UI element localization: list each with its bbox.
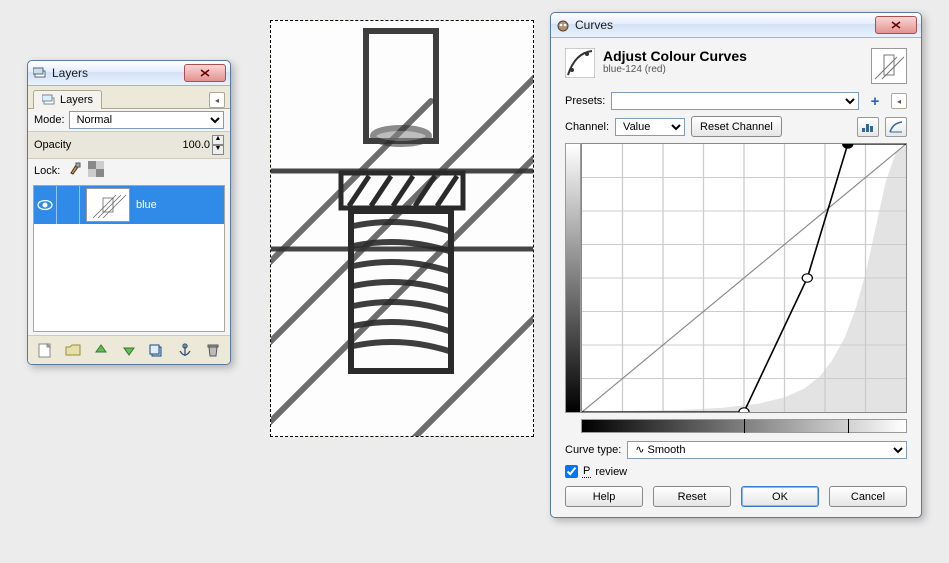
raise-layer-icon[interactable] — [92, 341, 110, 359]
tab-layers[interactable]: Layers — [33, 90, 102, 109]
curve-type-select[interactable]: ∿ Smooth — [627, 441, 907, 459]
layer-item[interactable]: blue — [34, 186, 224, 224]
lock-paint-icon[interactable] — [68, 161, 84, 180]
preview-label-rest: review — [595, 466, 627, 478]
add-preset-button[interactable]: + — [865, 92, 885, 110]
lock-label: Lock: — [34, 165, 60, 177]
layers-toolbar — [28, 335, 230, 364]
link-cell[interactable] — [57, 186, 80, 224]
dialog-buttons: Help Reset OK Cancel — [565, 486, 907, 507]
curves-titlebar[interactable]: Curves — [551, 13, 921, 38]
canvas-content — [271, 21, 533, 436]
presets-select[interactable] — [611, 92, 859, 110]
curves-heading: Adjust Colour Curves — [603, 48, 747, 64]
mode-select[interactable]: Normal — [69, 111, 224, 129]
histogram-log-icon[interactable] — [885, 117, 907, 137]
opacity-up[interactable]: ▲ — [212, 135, 224, 145]
lower-layer-icon[interactable] — [120, 341, 138, 359]
layers-titlebar[interactable]: Layers — [28, 61, 230, 86]
channel-select[interactable]: Value — [615, 118, 685, 136]
folder-icon[interactable] — [64, 341, 82, 359]
gimp-icon — [555, 17, 571, 33]
histogram-linear-icon[interactable] — [857, 117, 879, 137]
preview-checkbox[interactable] — [565, 465, 578, 478]
preview-row: Preview — [565, 465, 907, 478]
mode-row: Mode: Normal — [28, 109, 230, 131]
opacity-label: Opacity — [34, 139, 71, 151]
mode-label: Mode: — [34, 114, 65, 126]
output-gradient — [565, 143, 581, 413]
image-canvas[interactable] — [270, 20, 534, 437]
lock-alpha-icon[interactable] — [88, 161, 104, 180]
curves-header: Adjust Colour Curves blue-124 (red) — [565, 48, 907, 84]
channel-row: Channel: Value Reset Channel — [565, 116, 907, 137]
curve-editor — [565, 143, 907, 413]
curve-type-label: Curve type: — [565, 444, 621, 456]
reset-button[interactable]: Reset — [653, 486, 731, 507]
delete-layer-icon[interactable] — [204, 341, 222, 359]
opacity-value: 100.0 — [71, 139, 212, 151]
layers-tabbar: Layers ◂ — [28, 86, 230, 109]
tab-menu-button[interactable]: ◂ — [209, 92, 225, 108]
curve-graph[interactable] — [581, 143, 907, 413]
cancel-button[interactable]: Cancel — [829, 486, 907, 507]
layer-list: blue — [33, 185, 225, 332]
layer-thumbnail — [86, 188, 130, 222]
input-gradient[interactable] — [581, 419, 907, 433]
layer-name: blue — [136, 199, 157, 211]
reset-channel-button[interactable]: Reset Channel — [691, 116, 782, 137]
presets-menu-button[interactable]: ◂ — [891, 93, 907, 109]
presets-row: Presets: + ◂ — [565, 92, 907, 110]
new-layer-icon[interactable] — [36, 341, 54, 359]
curve-type-row: Curve type: ∿ Smooth — [565, 441, 907, 459]
curves-title: Curves — [575, 18, 872, 32]
layers-panel: Layers Layers ◂ Mode: Normal Opacity 100… — [27, 60, 231, 365]
layers-title: Layers — [52, 66, 181, 80]
curves-tool-icon — [565, 48, 595, 78]
preview-thumbnail — [871, 48, 907, 84]
visibility-toggle[interactable] — [34, 186, 57, 224]
anchor-icon[interactable] — [176, 341, 194, 359]
curves-dialog: Curves Adjust Colour Curves blue-124 (re… — [550, 12, 922, 518]
tab-layers-label: Layers — [60, 94, 93, 106]
duplicate-layer-icon[interactable] — [148, 341, 166, 359]
curves-subtitle: blue-124 (red) — [603, 64, 747, 75]
close-button[interactable] — [184, 64, 226, 82]
help-button[interactable]: Help — [565, 486, 643, 507]
opacity-down[interactable]: ▼ — [212, 145, 224, 155]
layers-icon — [42, 93, 56, 107]
opacity-row: Opacity 100.0 ▲ ▼ — [28, 131, 230, 159]
presets-label: Presets: — [565, 95, 605, 107]
channel-label: Channel: — [565, 121, 609, 133]
lock-row: Lock: — [28, 159, 230, 182]
ok-button[interactable]: OK — [741, 486, 819, 507]
close-button[interactable] — [875, 16, 917, 34]
layers-window-icon — [32, 65, 48, 81]
